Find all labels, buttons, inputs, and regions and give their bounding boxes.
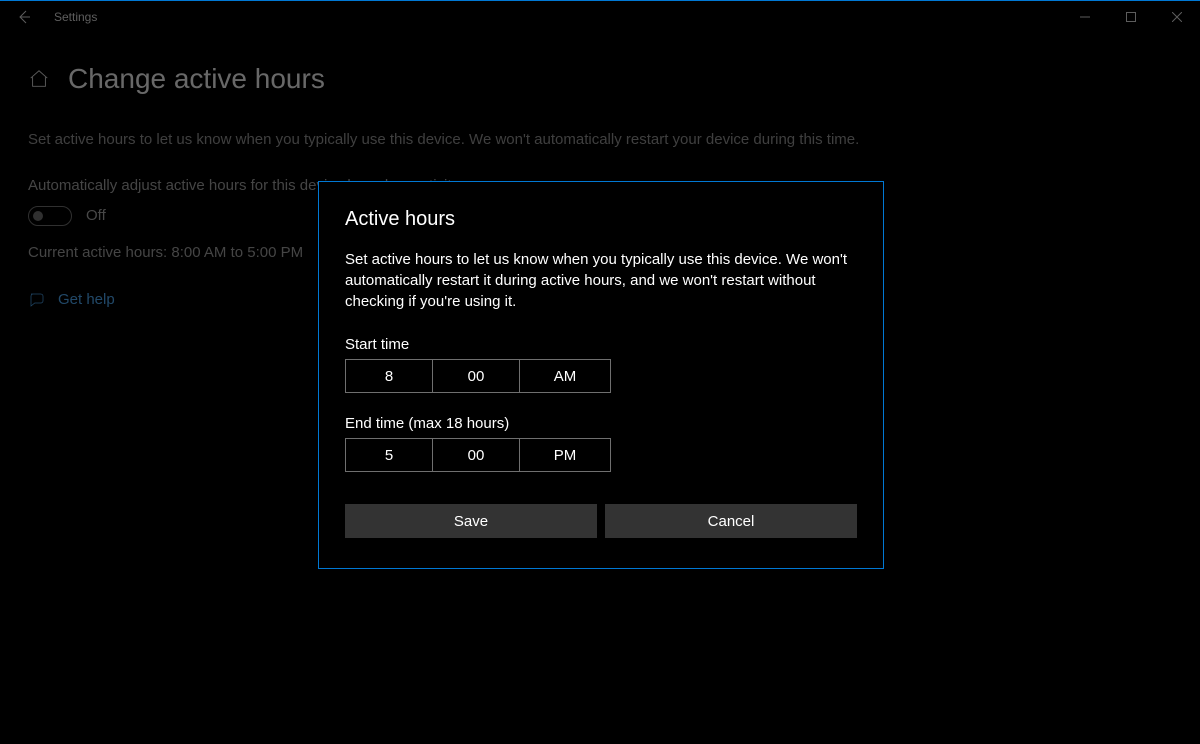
save-button[interactable]: Save xyxy=(345,504,597,538)
chat-help-icon xyxy=(28,291,46,309)
page-header: Change active hours xyxy=(28,63,1172,95)
maximize-icon xyxy=(1126,12,1136,22)
start-time-label: Start time xyxy=(345,336,857,353)
cancel-button[interactable]: Cancel xyxy=(605,504,857,538)
active-hours-dialog: Active hours Set active hours to let us … xyxy=(318,181,884,569)
dialog-body: Set active hours to let us know when you… xyxy=(345,249,855,312)
page-description: Set active hours to let us know when you… xyxy=(28,129,928,151)
home-icon[interactable] xyxy=(28,68,50,90)
arrow-left-icon xyxy=(16,9,32,25)
dialog-button-row: Save Cancel xyxy=(345,504,857,538)
start-hour[interactable]: 8 xyxy=(346,360,433,392)
get-help-link[interactable]: Get help xyxy=(58,291,115,308)
page-title: Change active hours xyxy=(68,63,325,95)
dialog-title: Active hours xyxy=(345,208,857,231)
end-hour[interactable]: 5 xyxy=(346,439,433,471)
start-time-picker[interactable]: 8 00 AM xyxy=(345,359,611,393)
end-time-picker[interactable]: 5 00 PM xyxy=(345,438,611,472)
start-minute[interactable]: 00 xyxy=(433,360,520,392)
window-titlebar: Settings xyxy=(0,1,1200,33)
window-controls xyxy=(1062,1,1200,33)
back-button[interactable] xyxy=(0,1,48,33)
end-ampm[interactable]: PM xyxy=(520,439,610,471)
minimize-button[interactable] xyxy=(1062,1,1108,33)
window-title: Settings xyxy=(54,10,97,24)
auto-adjust-toggle[interactable] xyxy=(28,206,72,226)
minimize-icon xyxy=(1080,12,1090,22)
end-time-label: End time (max 18 hours) xyxy=(345,415,857,432)
maximize-button[interactable] xyxy=(1108,1,1154,33)
close-button[interactable] xyxy=(1154,1,1200,33)
toggle-state-label: Off xyxy=(86,207,106,224)
close-icon xyxy=(1172,12,1182,22)
toggle-knob xyxy=(33,211,43,221)
start-ampm[interactable]: AM xyxy=(520,360,610,392)
end-minute[interactable]: 00 xyxy=(433,439,520,471)
